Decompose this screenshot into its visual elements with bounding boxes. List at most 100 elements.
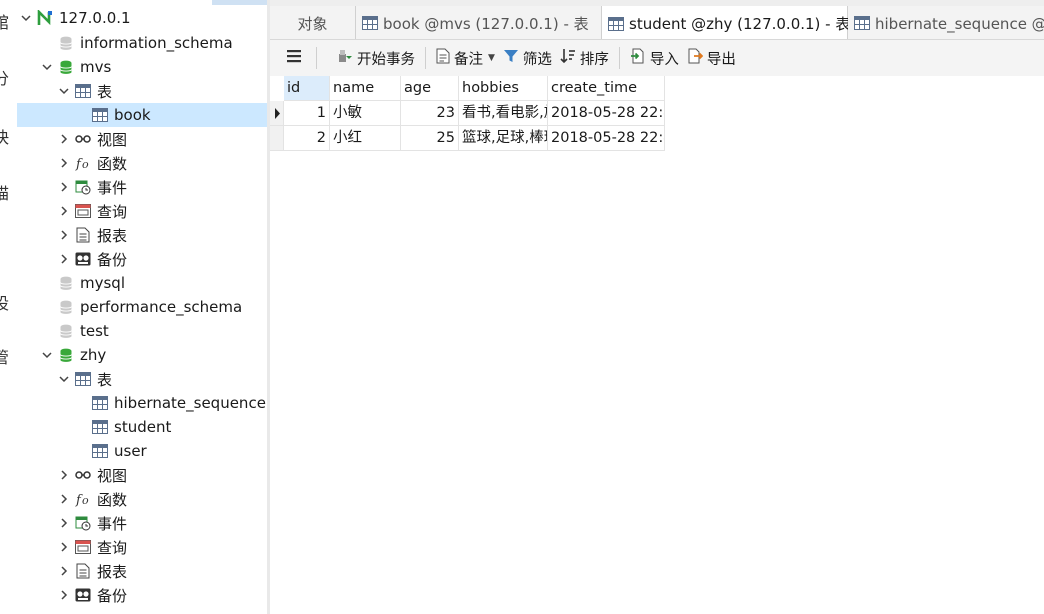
notes-label: 备注 <box>454 51 483 68</box>
chevron-down-icon[interactable] <box>19 11 33 25</box>
chevron-right-icon[interactable] <box>57 204 71 218</box>
chevron-right-icon[interactable] <box>57 468 71 482</box>
tree-item-mvs-queries[interactable]: 查询 <box>17 199 267 223</box>
chevron-down-icon[interactable] <box>40 60 54 74</box>
server-icon <box>37 10 53 26</box>
database-icon <box>58 347 74 363</box>
chevron-down-icon[interactable] <box>40 348 54 362</box>
tree-item-label: information_schema <box>80 34 233 52</box>
current-row-indicator[interactable] <box>270 101 284 126</box>
clipped-text: 分 <box>0 69 10 88</box>
chevron-right-icon[interactable] <box>57 228 71 242</box>
tab-book[interactable]: book @mvs (127.0.0.1) - 表 <box>356 6 602 39</box>
tree-item-server-127-0-0-1[interactable]: 127.0.0.1 <box>17 6 267 30</box>
svg-text:o: o <box>82 158 89 171</box>
cell-id[interactable]: 2 <box>284 126 330 151</box>
tree-item-zhy-queries[interactable]: 查询 <box>17 535 267 559</box>
tree-item-zhy-reports[interactable]: 报表 <box>17 559 267 583</box>
tree-item-test[interactable]: test <box>17 319 267 343</box>
tree-item-label: 127.0.0.1 <box>59 9 131 27</box>
tab-objects[interactable]: 对象 <box>270 6 356 39</box>
chevron-right-icon[interactable] <box>57 252 71 266</box>
export-label: 导出 <box>706 51 736 68</box>
tree-item-user[interactable]: user <box>17 439 267 463</box>
chevron-down-icon[interactable] <box>57 84 71 98</box>
tree-item-mvs-reports[interactable]: 报表 <box>17 223 267 247</box>
tree-item-mvs-functions[interactable]: f o 函数 <box>17 151 267 175</box>
chevron-right-icon[interactable] <box>57 564 71 578</box>
clipped-text: 馆 <box>0 13 10 32</box>
cell-age[interactable]: 23 <box>401 101 459 126</box>
import-icon <box>630 48 650 68</box>
cell-create-time[interactable]: 2018-05-28 22:46:58 <box>548 101 665 126</box>
export-icon <box>687 48 707 68</box>
cell-create-time[interactable]: 2018-05-28 22:46:58 <box>548 126 665 151</box>
transaction-icon <box>337 48 357 68</box>
export-button[interactable]: 导出 <box>683 44 740 72</box>
column-header-hobbies[interactable]: hobbies <box>459 76 548 101</box>
tree-item-mvs-backups[interactable]: 备份 <box>17 247 267 271</box>
tab-student[interactable]: student @zhy (127.0.0.1) - 表 <box>602 6 850 39</box>
menu-button[interactable] <box>282 44 310 72</box>
tree-item-mvs-views[interactable]: 视图 <box>17 127 267 151</box>
filter-button[interactable]: 筛选 <box>499 44 556 72</box>
chevron-right-icon[interactable] <box>57 516 71 530</box>
tree-item-zhy-events[interactable]: 事件 <box>17 511 267 535</box>
table-icon <box>854 16 870 30</box>
sort-button[interactable]: 排序 <box>556 44 613 72</box>
column-header-id[interactable]: id <box>284 76 330 101</box>
tab-label: hibernate_sequence @zhy (127.0.0.1) - 表 <box>875 14 1044 33</box>
clipped-left-panel: 馆 分 快 描 设 管 <box>0 0 17 614</box>
tree-item-zhy-functions[interactable]: f o 函数 <box>17 487 267 511</box>
tree-item-label: 表 <box>97 370 113 389</box>
data-grid: id name age hobbies create_time 1 小敏 23 … <box>270 76 1044 614</box>
tree-item-label: mvs <box>80 58 112 76</box>
import-button[interactable]: 导入 <box>626 44 683 72</box>
chevron-down-icon[interactable] <box>57 372 71 386</box>
cell-hobbies[interactable]: 篮球,足球,棒球 <box>459 126 548 151</box>
tree-item-book[interactable]: book <box>17 103 267 127</box>
chevron-right-icon[interactable] <box>57 588 71 602</box>
cell-name[interactable]: 小敏 <box>330 101 401 126</box>
column-header-create-time[interactable]: create_time <box>548 76 665 101</box>
tree-item-hibernate-sequence[interactable]: hibernate_sequence <box>17 391 267 415</box>
tree-item-mvs[interactable]: mvs <box>17 55 267 79</box>
chevron-right-icon[interactable] <box>57 156 71 170</box>
tree-item-mysql[interactable]: mysql <box>17 271 267 295</box>
tab-hibernate-sequence[interactable]: hibernate_sequence @zhy (127.0.0.1) - 表 <box>848 6 1044 39</box>
tree-item-information-schema[interactable]: information_schema <box>17 31 267 55</box>
begin-transaction-label: 开始事务 <box>357 51 415 68</box>
tree-item-student[interactable]: student <box>17 415 267 439</box>
database-icon <box>58 323 74 339</box>
function-icon: fo <box>75 155 91 171</box>
row-header[interactable] <box>270 126 284 151</box>
begin-transaction-button[interactable]: 开始事务 <box>333 44 419 72</box>
function-icon: fo <box>75 491 91 507</box>
backup-icon <box>75 251 91 267</box>
chevron-right-icon[interactable] <box>57 540 71 554</box>
hamburger-icon <box>286 49 306 67</box>
tree-item-mvs-tables[interactable]: 表 <box>17 79 267 103</box>
tree-item-zhy-views[interactable]: 视图 <box>17 463 267 487</box>
tree-item-mvs-events[interactable]: 事件 <box>17 175 267 199</box>
chevron-right-icon[interactable] <box>57 180 71 194</box>
tree-item-performance-schema[interactable]: performance_schema <box>17 295 267 319</box>
table-group-icon <box>75 371 91 387</box>
table-icon <box>92 419 108 435</box>
notes-button[interactable]: 备注 ▼ <box>432 44 499 72</box>
tree-item-zhy-tables[interactable]: 表 <box>17 367 267 391</box>
column-header-age[interactable]: age <box>401 76 459 101</box>
tab-label: book @mvs (127.0.0.1) - 表 <box>383 14 589 33</box>
column-header-name[interactable]: name <box>330 76 401 101</box>
cell-age[interactable]: 25 <box>401 126 459 151</box>
tree-item-zhy-backups[interactable]: 备份 <box>17 583 267 607</box>
chevron-right-icon[interactable] <box>57 492 71 506</box>
cell-id[interactable]: 1 <box>284 101 330 126</box>
tree-item-zhy[interactable]: zhy <box>17 343 267 367</box>
cell-hobbies[interactable]: 看书,看电影,旅游 <box>459 101 548 126</box>
cell-name[interactable]: 小红 <box>330 126 401 151</box>
chevron-right-icon[interactable] <box>57 132 71 146</box>
tree-item-label: 视图 <box>97 466 128 485</box>
